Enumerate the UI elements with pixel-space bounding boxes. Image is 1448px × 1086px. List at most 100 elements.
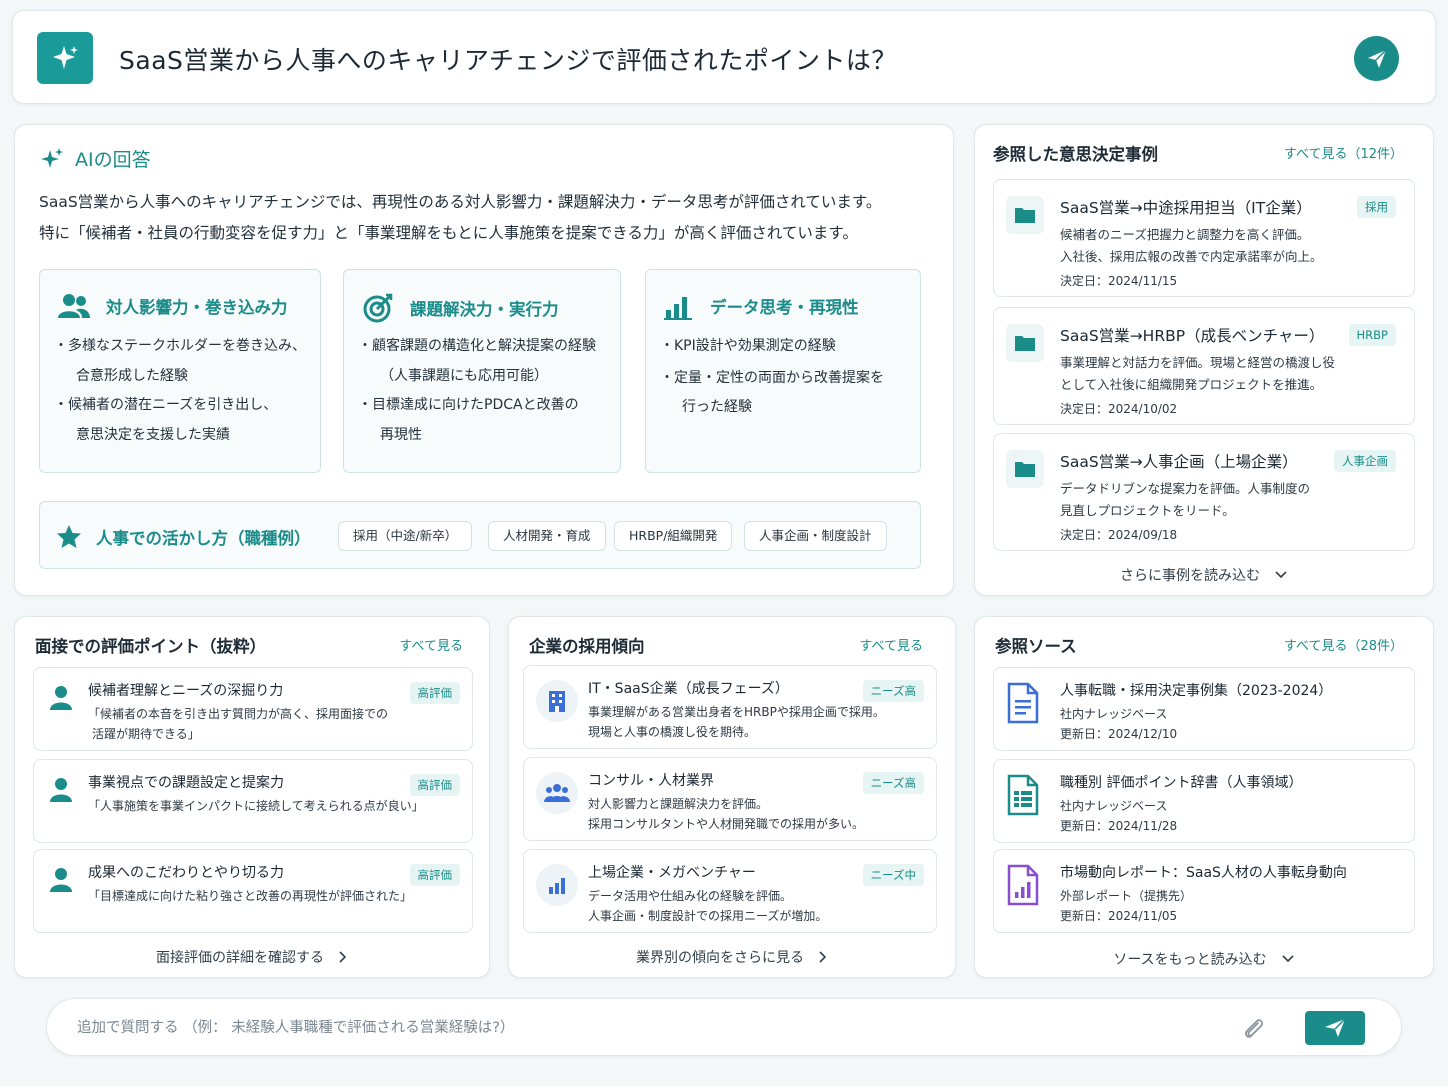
skill-point: ・候補者の潜在ニーズを引き出し、 意思決定を支援した実績 xyxy=(54,397,278,443)
ai-answer-card: AIの回答 SaaS営業から人事へのキャリアチェンジでは、再現性のある対人影響力… xyxy=(14,124,954,596)
case-tag: HRBP xyxy=(1348,324,1396,346)
group-icon xyxy=(536,772,578,814)
star-icon xyxy=(57,525,81,548)
sparkle-icon xyxy=(41,147,63,168)
followup-input[interactable] xyxy=(77,1013,1177,1043)
evaluation-tag: 高評価 xyxy=(409,864,460,886)
trends-card: 企業の採用傾向 すべて見る IT・SaaS企業（成長フェーズ） ニーズ高 事業理… xyxy=(508,616,956,978)
evaluation-item[interactable]: 成果へのこだわりとやり切る力 高評価 「目標達成に向けた粘り強さと改善の再現性が… xyxy=(33,849,473,933)
skill-point: ・多様なステークホルダーを巻き込み、 合意形成した経験 xyxy=(54,338,306,384)
cases-see-all-link[interactable]: すべて見る（12件） xyxy=(1284,143,1403,162)
trends-title: 企業の採用傾向 xyxy=(529,637,645,656)
case-title: SaaS営業→人事企画（上場企業） xyxy=(1060,453,1298,471)
load-more-sources-button[interactable]: ソースをもっと読み込む xyxy=(975,949,1433,969)
sources-card: 参照ソース すべて見る（28件） 人事転職・採用決定事例集（2023-2024）… xyxy=(974,616,1434,978)
target-icon xyxy=(363,293,393,323)
role-chip[interactable]: 採用（中途/新卒） xyxy=(338,521,473,551)
ai-answer-title: AIの回答 xyxy=(75,149,151,171)
report-icon xyxy=(1007,864,1039,906)
case-date: 決定日：2024/09/18 xyxy=(1060,528,1178,542)
role-chip[interactable]: 人事企画・制度設計 xyxy=(744,521,887,551)
trend-tag: ニーズ中 xyxy=(862,864,924,886)
sources-see-all-link[interactable]: すべて見る（28件） xyxy=(1284,635,1403,654)
skill-point: ・KPI設計や効果測定の経験 xyxy=(660,338,836,354)
source-item[interactable]: 市場動向レポート：SaaS人材の人事転身動向 外部レポート（提携先） 更新日：20… xyxy=(993,849,1415,933)
load-more-cases-button[interactable]: さらに事例を読み込む xyxy=(975,565,1433,585)
trend-desc: データ活用や仕組み化の経験を評価。 人事企画・制度設計での採用ニーズが増加。 xyxy=(588,889,828,923)
evaluation-title-text: 成果へのこだわりとやり切る力 xyxy=(88,865,284,881)
trend-title: IT・SaaS企業（成長フェーズ） xyxy=(588,681,789,697)
person-icon xyxy=(50,778,72,802)
case-desc: 候補者のニーズ把握力と調整力を高く評価。 入社後、採用広報の改善で内定承諾率が向上… xyxy=(1060,227,1323,264)
skill-title: 対人影響力・巻き込み力 xyxy=(106,298,288,317)
case-desc: 事業理解と対話力を評価。現場と経営の橋渡し役 として入社後に組織開発プロジェクトを… xyxy=(1060,355,1336,392)
summary-line: SaaS営業から人事へのキャリアチェンジでは、再現性のある対人影響力・課題解決力… xyxy=(39,193,882,211)
case-desc: データドリブンな提案力を評価。人事制度の 見直しプロジェクトをリード。 xyxy=(1060,481,1311,518)
query-text: SaaS営業から人事へのキャリアチェンジで評価されたポイントは？ xyxy=(119,46,897,75)
skill-point: ・定量・定性の両面から改善提案を 行った経験 xyxy=(660,369,884,416)
role-chip[interactable]: HRBP/組織開発 xyxy=(614,521,733,551)
case-tag: 人事企画 xyxy=(1334,450,1396,472)
skill-point: ・目標達成に向けたPDCAと改善の 再現性 xyxy=(358,397,579,443)
trends-see-all-link[interactable]: すべて見る xyxy=(859,635,923,654)
cases-card: 参照した意思決定事例 すべて見る（12件） SaaS営業→中途採用担当（IT企業… xyxy=(974,124,1434,596)
evaluation-desc: 「候補者の本音を引き出す質問力が高く、採用面接での 活躍が期待できる」 xyxy=(88,707,389,741)
trend-title: 上場企業・メガベンチャー xyxy=(588,865,756,881)
followup-bar xyxy=(46,998,1402,1056)
followup-send-button[interactable] xyxy=(1305,1011,1365,1045)
chevron-right-icon xyxy=(339,951,347,963)
send-icon xyxy=(1367,48,1387,68)
source-meta: 外部レポート（提携先） 更新日：2024/11/05 xyxy=(1060,889,1193,923)
trend-item[interactable]: 上場企業・メガベンチャー ニーズ中 データ活用や仕組み化の経験を評価。 人事企画・… xyxy=(523,849,937,933)
case-date: 決定日：2024/11/15 xyxy=(1060,274,1178,288)
trend-tag: ニーズ高 xyxy=(862,680,924,702)
send-icon xyxy=(1325,1018,1346,1037)
case-item[interactable]: SaaS営業→HRBP（成長ベンチャー） HRBP 事業理解と対話力を評価。現場… xyxy=(993,307,1415,425)
source-title: 職種別 評価ポイント辞書（人事領域） xyxy=(1060,775,1303,791)
trend-item[interactable]: コンサル・人材業界 ニーズ高 対人影響力と課題解決力を評価。 採用コンサルタントや… xyxy=(523,757,937,841)
case-tag: 採用 xyxy=(1357,196,1396,218)
trend-desc: 対人影響力と課題解決力を評価。 採用コンサルタントや人材開発職での採用が多い。 xyxy=(588,797,865,831)
trends-more-button[interactable]: 業界別の傾向をさらに見る xyxy=(509,947,955,967)
paperclip-icon[interactable] xyxy=(1241,1015,1265,1041)
send-button[interactable] xyxy=(1354,36,1399,81)
evaluation-item[interactable]: 候補者理解とニーズの深掘り力 高評価 「候補者の本音を引き出す質問力が高く、採用… xyxy=(33,667,473,751)
trend-item[interactable]: IT・SaaS企業（成長フェーズ） ニーズ高 事業理解がある営業出身者をHRBP… xyxy=(523,665,937,749)
roles-title: 人事での活かし方（職種例） xyxy=(96,529,311,548)
bar-chart-icon xyxy=(664,297,692,320)
skill-title: 課題解決力・実行力 xyxy=(410,300,559,319)
trend-desc: 事業理解がある営業出身者をHRBPや採用企画で採用。 現場と人事の橋渡し役を期待。 xyxy=(588,705,885,739)
folder-icon xyxy=(1006,196,1044,234)
folder-icon xyxy=(1006,450,1044,488)
evaluation-see-all-link[interactable]: すべて見る xyxy=(399,635,463,654)
chevron-down-icon xyxy=(1282,955,1294,963)
case-item[interactable]: SaaS営業→中途採用担当（IT企業） 採用 候補者のニーズ把握力と調整力を高く… xyxy=(993,179,1415,297)
skill-title: データ思考・再現性 xyxy=(710,298,859,317)
case-title: SaaS営業→HRBP（成長ベンチャー） xyxy=(1060,327,1325,345)
skill-card-problem-solving: 課題解決力・実行力 ・顧客課題の構造化と解決提案の経験 （人事課題にも応用可能） … xyxy=(343,269,621,473)
evaluation-item[interactable]: 事業視点での課題設定と提案力 高評価 「人事施策を事業インパクトに接続して考えら… xyxy=(33,759,473,843)
query-bar: SaaS営業から人事へのキャリアチェンジで評価されたポイントは？ xyxy=(12,10,1436,104)
chart-icon xyxy=(536,864,578,906)
chevron-down-icon xyxy=(1275,571,1287,579)
source-item[interactable]: 職種別 評価ポイント辞書（人事領域） 社内ナレッジベース 更新日：2024/11/… xyxy=(993,759,1415,843)
source-item[interactable]: 人事転職・採用決定事例集（2023-2024） 社内ナレッジベース 更新日：202… xyxy=(993,667,1415,751)
source-meta: 社内ナレッジベース 更新日：2024/11/28 xyxy=(1060,799,1178,833)
evaluation-card: 面接での評価ポイント（抜粋） すべて見る 候補者理解とニーズの深掘り力 高評価 … xyxy=(14,616,490,978)
source-title: 人事転職・採用決定事例集（2023-2024） xyxy=(1060,683,1333,699)
skill-card-data-thinking: データ思考・再現性 ・KPI設計や効果測定の経験 ・定量・定性の両面から改善提案… xyxy=(645,269,921,473)
evaluation-details-button[interactable]: 面接評価の詳細を確認する xyxy=(15,947,489,967)
case-item[interactable]: SaaS営業→人事企画（上場企業） 人事企画 データドリブンな提案力を評価。人事… xyxy=(993,433,1415,551)
building-icon xyxy=(536,680,578,722)
skill-point: ・顧客課題の構造化と解決提案の経験 （人事課題にも応用可能） xyxy=(358,338,596,384)
skill-card-influence: 対人影響力・巻き込み力 ・多様なステークホルダーを巻き込み、 合意形成した経験 ・… xyxy=(39,269,321,473)
trend-title: コンサル・人材業界 xyxy=(588,773,714,789)
evaluation-title: 面接での評価ポイント（抜粋） xyxy=(35,637,266,656)
case-title: SaaS営業→中途採用担当（IT企業） xyxy=(1060,199,1312,217)
people-icon xyxy=(58,294,90,318)
person-icon xyxy=(50,686,72,710)
role-chip[interactable]: 人材開発・育成 xyxy=(488,521,606,551)
summary-line: 特に「候補者・社員の行動変容を促す力」と「事業理解をもとに人事施策を提案できる力… xyxy=(39,224,858,242)
folder-icon xyxy=(1006,324,1044,362)
chevron-right-icon xyxy=(819,951,827,963)
